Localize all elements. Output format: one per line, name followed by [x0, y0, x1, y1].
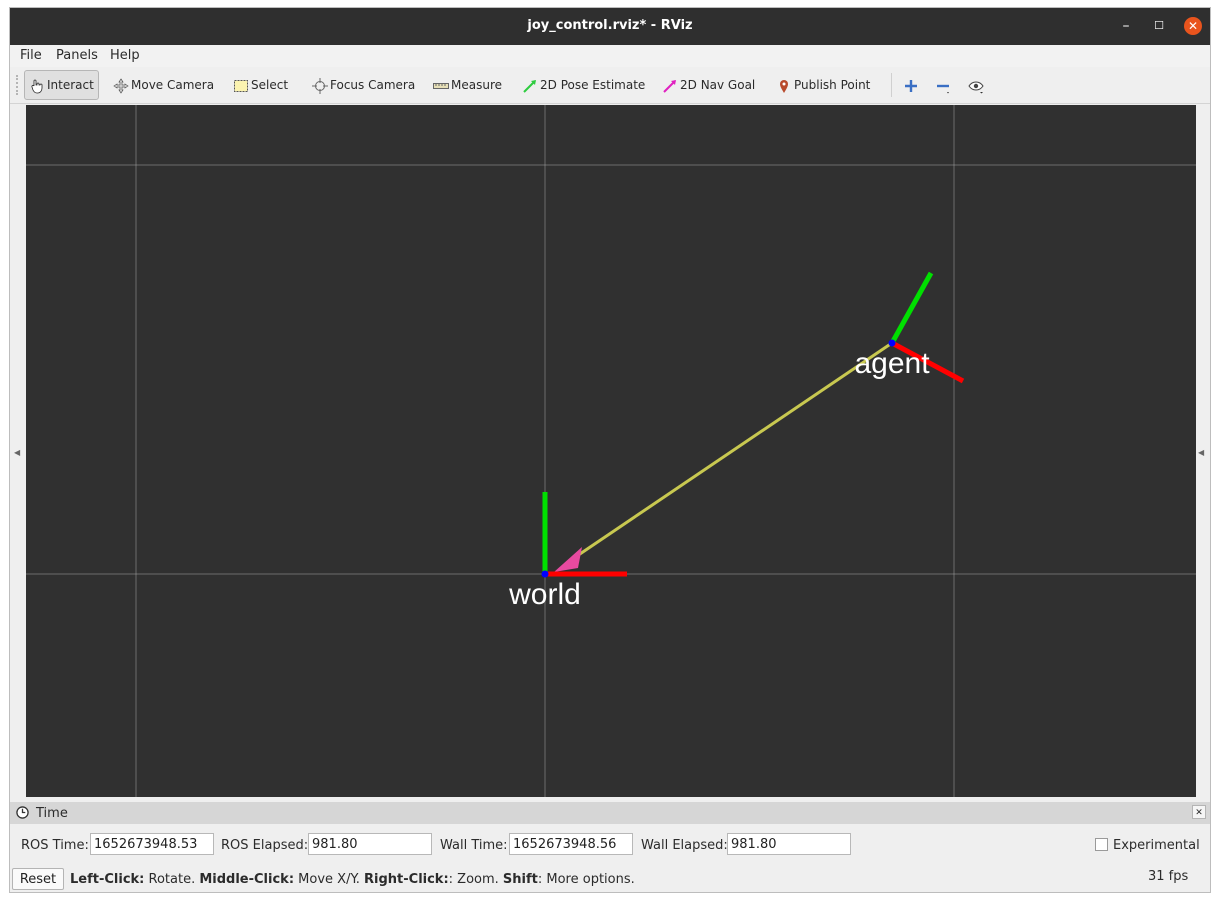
interact-label: Interact: [47, 78, 94, 92]
wall-time-field[interactable]: [509, 833, 633, 855]
time-panel: ROS Time: ROS Elapsed: Wall Time: Wall E…: [10, 824, 1210, 864]
hint-middle-key: Middle-Click:: [199, 872, 295, 887]
ros-elapsed-field[interactable]: [308, 833, 432, 855]
close-icon[interactable]: ✕: [1184, 17, 1202, 35]
wall-time-label: Wall Time:: [440, 838, 508, 853]
select-label: Select: [251, 78, 289, 92]
grid: [26, 105, 1196, 797]
experimental-checkbox[interactable]: [1095, 838, 1108, 851]
window-title: joy_control.rviz* - RViz: [527, 18, 693, 33]
title-bar: joy_control.rviz* - RViz – ☐ ✕: [10, 8, 1210, 45]
eye-icon: [968, 80, 984, 93]
menu-bar: File Panels Help: [10, 45, 1210, 67]
menu-file[interactable]: File: [20, 48, 42, 63]
agent-label: agent: [854, 347, 930, 380]
move-camera-tool-button[interactable]: Move Camera: [113, 73, 214, 97]
move-camera-label: Move Camera: [131, 78, 215, 92]
collapse-left-arrow-icon[interactable]: ◀: [14, 448, 20, 457]
experimental-label: Experimental: [1113, 838, 1200, 853]
focus-camera-tool-button[interactable]: Focus Camera: [312, 73, 415, 97]
minus-icon: [937, 84, 949, 93]
close-panel-icon[interactable]: ✕: [1192, 805, 1206, 819]
move-camera-icon: [113, 77, 129, 94]
focus-camera-icon: [312, 77, 328, 94]
interact-tool-button[interactable]: Interact: [24, 70, 99, 100]
nav-goal-label: 2D Nav Goal: [680, 78, 756, 92]
maximize-icon[interactable]: ☐: [1150, 17, 1168, 35]
minimize-icon[interactable]: –: [1117, 17, 1135, 35]
green-arrow-icon: [523, 79, 536, 93]
publish-point-label: Publish Point: [794, 78, 871, 92]
clock-icon: [16, 806, 29, 819]
world-frame[interactable]: world: [508, 492, 627, 611]
ros-time-field[interactable]: [90, 833, 214, 855]
select-tool-button[interactable]: Select: [233, 73, 288, 97]
reset-button[interactable]: Reset: [12, 868, 64, 890]
time-panel-title: Time: [36, 806, 68, 821]
measure-tool-button[interactable]: Measure: [433, 73, 502, 97]
tf-link-arrowhead: [554, 547, 582, 572]
agent-frame[interactable]: agent: [854, 271, 965, 384]
wall-elapsed-label: Wall Elapsed:: [641, 838, 728, 853]
tf-link-line: [570, 341, 893, 562]
render-panel[interactable]: world agent: [26, 105, 1196, 797]
status-bar: Reset Left-Click: Rotate. Middle-Click: …: [10, 864, 1210, 892]
collapse-right-arrow-icon[interactable]: ◀: [1198, 448, 1204, 457]
3d-scene[interactable]: world agent: [26, 105, 1196, 797]
select-icon: [234, 79, 248, 92]
hint-right-key: Right-Click:: [364, 872, 449, 887]
pose-estimate-tool-button[interactable]: 2D Pose Estimate: [522, 73, 645, 97]
menu-help[interactable]: Help: [110, 48, 140, 63]
magenta-arrow-icon: [663, 79, 676, 93]
remove-tool-button[interactable]: [935, 73, 953, 97]
hint-right-text: : Zoom.: [448, 872, 503, 887]
hint-left-text: Rotate.: [144, 872, 200, 887]
toolbar-handle[interactable]: [16, 75, 22, 95]
map-pin-icon: [780, 79, 788, 93]
publish-point-tool-button[interactable]: Publish Point: [776, 73, 870, 97]
agent-y-axis: [889, 271, 934, 345]
ruler-icon: [433, 82, 449, 89]
menu-panels[interactable]: Panels: [56, 48, 98, 63]
plus-icon: [905, 79, 917, 92]
world-label: world: [508, 578, 581, 611]
hand-pointer-icon: [31, 79, 43, 93]
tool-bar: Interact Move Camera Select Focus Camera…: [10, 67, 1210, 104]
world-origin: [541, 570, 549, 578]
rviz-window: joy_control.rviz* - RViz – ☐ ✕ File Pane…: [9, 7, 1211, 893]
hint-middle-text: Move X/Y.: [294, 872, 365, 887]
pose-estimate-label: 2D Pose Estimate: [540, 78, 646, 92]
fps-counter: 31 fps: [1148, 869, 1189, 884]
ros-time-label: ROS Time:: [21, 838, 89, 853]
hint-left-key: Left-Click:: [70, 872, 145, 887]
measure-label: Measure: [451, 78, 502, 92]
add-tool-button[interactable]: [903, 73, 921, 97]
toolbar-separator: [891, 73, 892, 97]
time-panel-header: Time ✕: [10, 802, 1210, 824]
wall-elapsed-field[interactable]: [727, 833, 851, 855]
agent-origin: [888, 339, 896, 347]
tool-visibility-button[interactable]: [968, 73, 986, 97]
focus-camera-label: Focus Camera: [330, 78, 416, 92]
hint-shift-key: Shift: [502, 872, 538, 887]
ros-elapsed-label: ROS Elapsed:: [221, 838, 309, 853]
mouse-hint: Left-Click: Rotate. Middle-Click: Move X…: [70, 872, 635, 887]
nav-goal-tool-button[interactable]: 2D Nav Goal: [662, 73, 755, 97]
hint-shift-text: : More options.: [537, 872, 635, 887]
